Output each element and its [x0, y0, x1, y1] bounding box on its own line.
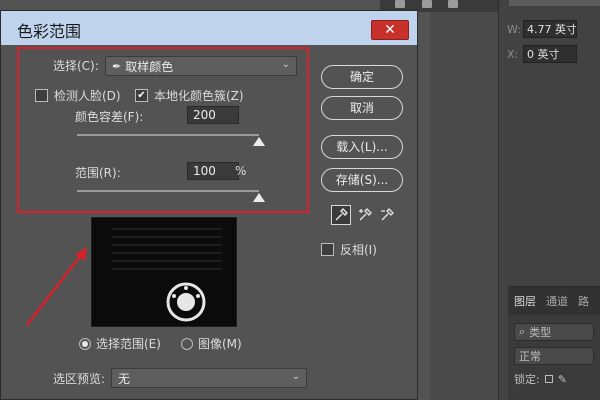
lock-row: 锁定: ✎: [514, 371, 594, 387]
range-slider-thumb[interactable]: [253, 193, 265, 202]
color-range-dialog: 色彩范围 ✕ 选择(C): ✒ 取样颜色 ⌄ 检测人脸(D) ✔ 本地化颜色簇(…: [0, 10, 418, 400]
lock-pixels-icon[interactable]: [544, 375, 553, 383]
range-label: 范围(R):: [75, 166, 121, 180]
x-label: X:: [507, 47, 519, 61]
invert-option[interactable]: 反相(I): [321, 241, 377, 258]
tab-channels[interactable]: 通道: [546, 293, 568, 309]
properties-header: [509, 0, 600, 6]
fuzziness-slider-track[interactable]: [77, 134, 259, 136]
range-input[interactable]: 100: [187, 162, 239, 180]
localized-clusters-option[interactable]: ✔ 本地化颜色簇(Z): [135, 87, 244, 104]
view-image-radio[interactable]: [181, 337, 193, 350]
width-label: W:: [507, 22, 521, 36]
chevron-down-icon: ⌄: [281, 59, 290, 70]
cancel-button[interactable]: 取消: [321, 96, 403, 120]
add-to-sample-tool[interactable]: [355, 205, 375, 225]
layer-kind-label: 类型: [529, 326, 552, 339]
toolbar-icon[interactable]: [395, 0, 405, 8]
blend-mode-label: 正常: [519, 350, 541, 363]
select-dropdown[interactable]: ✒ 取样颜色 ⌄: [105, 56, 297, 76]
close-icon: ✕: [384, 22, 396, 38]
save-button[interactable]: 存储(S)...: [321, 168, 403, 192]
fuzziness-slider-thumb[interactable]: [253, 137, 265, 146]
selection-preview-row: 选区预览:: [53, 370, 105, 387]
selection-preview-select[interactable]: 无 ⌄: [111, 368, 307, 388]
lock-label: 锁定:: [514, 373, 540, 386]
view-selection-option[interactable]: 选择范围(E): [79, 335, 161, 352]
select-row: 选择(C):: [53, 57, 99, 74]
detect-faces-label: 检测人脸(D): [54, 89, 121, 103]
layers-panel: 图层 通道 路 ⌕ 类型 正常 锁定: ✎: [508, 286, 600, 400]
view-image-option[interactable]: 图像(M): [181, 335, 242, 352]
eyedropper-icon: ✒: [112, 59, 122, 73]
dialog-titlebar: 色彩范围 ✕: [1, 11, 417, 45]
invert-checkbox[interactable]: [321, 243, 334, 256]
tab-paths[interactable]: 路: [578, 293, 589, 309]
detect-faces-checkbox[interactable]: [35, 89, 48, 102]
localized-clusters-label: 本地化颜色簇(Z): [154, 89, 244, 103]
invert-label: 反相(I): [340, 243, 377, 257]
view-selection-label: 选择范围(E): [96, 337, 161, 351]
fuzziness-input[interactable]: 200: [187, 106, 239, 124]
selection-preview-image: [91, 217, 237, 327]
range-slider-track[interactable]: [77, 190, 259, 192]
toolbar-icon[interactable]: [448, 0, 458, 8]
brush-icon[interactable]: ✎: [558, 373, 567, 386]
selection-preview-value: 无: [118, 371, 131, 386]
layer-kind-filter[interactable]: ⌕ 类型: [514, 323, 594, 341]
ok-button[interactable]: 确定: [321, 65, 403, 89]
view-selection-radio[interactable]: [79, 337, 91, 350]
x-field[interactable]: X: 0 英寸: [507, 44, 599, 64]
eyedropper-icon: [335, 208, 348, 221]
detect-faces-option[interactable]: 检测人脸(D): [35, 87, 121, 104]
toolbar-icon[interactable]: [422, 0, 432, 8]
layers-panel-tabs: 图层 通道 路: [508, 287, 600, 315]
load-button[interactable]: 载入(L)...: [321, 135, 403, 159]
fuzziness-row: 颜色容差(F):: [75, 108, 143, 125]
options-column: [430, 0, 498, 400]
localized-clusters-checkbox[interactable]: ✔: [135, 89, 148, 102]
eyedropper-tool[interactable]: [331, 205, 351, 225]
width-input[interactable]: 4.77 英寸: [523, 20, 577, 38]
tab-layers[interactable]: 图层: [514, 293, 536, 309]
subtract-from-sample-tool[interactable]: [377, 205, 397, 225]
range-row: 范围(R):: [75, 164, 121, 181]
x-input[interactable]: 0 英寸: [523, 45, 577, 63]
select-label: 选择(C):: [53, 59, 99, 73]
dialog-title: 色彩范围: [17, 22, 82, 41]
blend-mode-select[interactable]: 正常: [514, 347, 594, 365]
annotation-arrow-preview: [26, 247, 87, 326]
range-unit: %: [235, 164, 247, 178]
search-icon: ⌕: [519, 325, 526, 338]
view-image-label: 图像(M): [198, 337, 242, 351]
selection-preview-label: 选区预览:: [53, 372, 106, 386]
fuzziness-label: 颜色容差(F):: [75, 110, 144, 124]
eyedropper-plus-icon: [359, 208, 372, 221]
close-button[interactable]: ✕: [371, 20, 409, 40]
select-value: 取样颜色: [125, 59, 174, 74]
chevron-down-icon: ⌄: [291, 371, 300, 382]
width-field[interactable]: W: 4.77 英寸: [507, 19, 599, 39]
eyedropper-minus-icon: [381, 208, 394, 221]
preview-thumbnail: [92, 218, 236, 326]
